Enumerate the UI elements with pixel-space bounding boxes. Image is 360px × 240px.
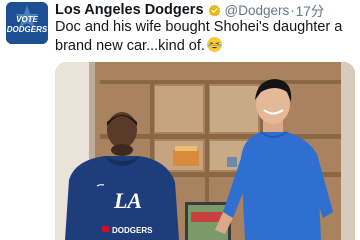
avatar-line1: VOTE <box>16 15 38 24</box>
avatar-line2: DODGERS <box>7 25 48 34</box>
tweet-body: Doc and his wife bought Shohei's daughte… <box>55 19 343 54</box>
post-time[interactable]: 17分 <box>296 1 325 19</box>
shirt-la-logo: LA <box>113 188 142 213</box>
tweet-text: Doc and his wife bought Shohei's daughte… <box>55 18 355 56</box>
account-handle[interactable]: @Dodgers <box>225 3 290 18</box>
tweet-card[interactable]: VOTE DODGERS Los Angeles Dodgers @Dodger… <box>0 0 360 240</box>
verified-badge-icon <box>208 4 220 16</box>
dodgers-avatar-logo: VOTE DODGERS <box>6 2 48 44</box>
shirt-dodgers-text: DODGERS <box>112 226 153 235</box>
tweet-photo[interactable]: LA DODGERS <box>55 62 355 240</box>
separator-dot: · <box>290 2 295 18</box>
tweet-header: Los Angeles Dodgers @Dodgers · 17分 <box>55 1 356 19</box>
avatar[interactable]: VOTE DODGERS <box>6 2 48 44</box>
photo-doc-and-shohei: LA DODGERS <box>55 62 355 240</box>
laughing-face-emoji <box>207 37 222 52</box>
account-name[interactable]: Los Angeles Dodgers <box>55 2 204 18</box>
